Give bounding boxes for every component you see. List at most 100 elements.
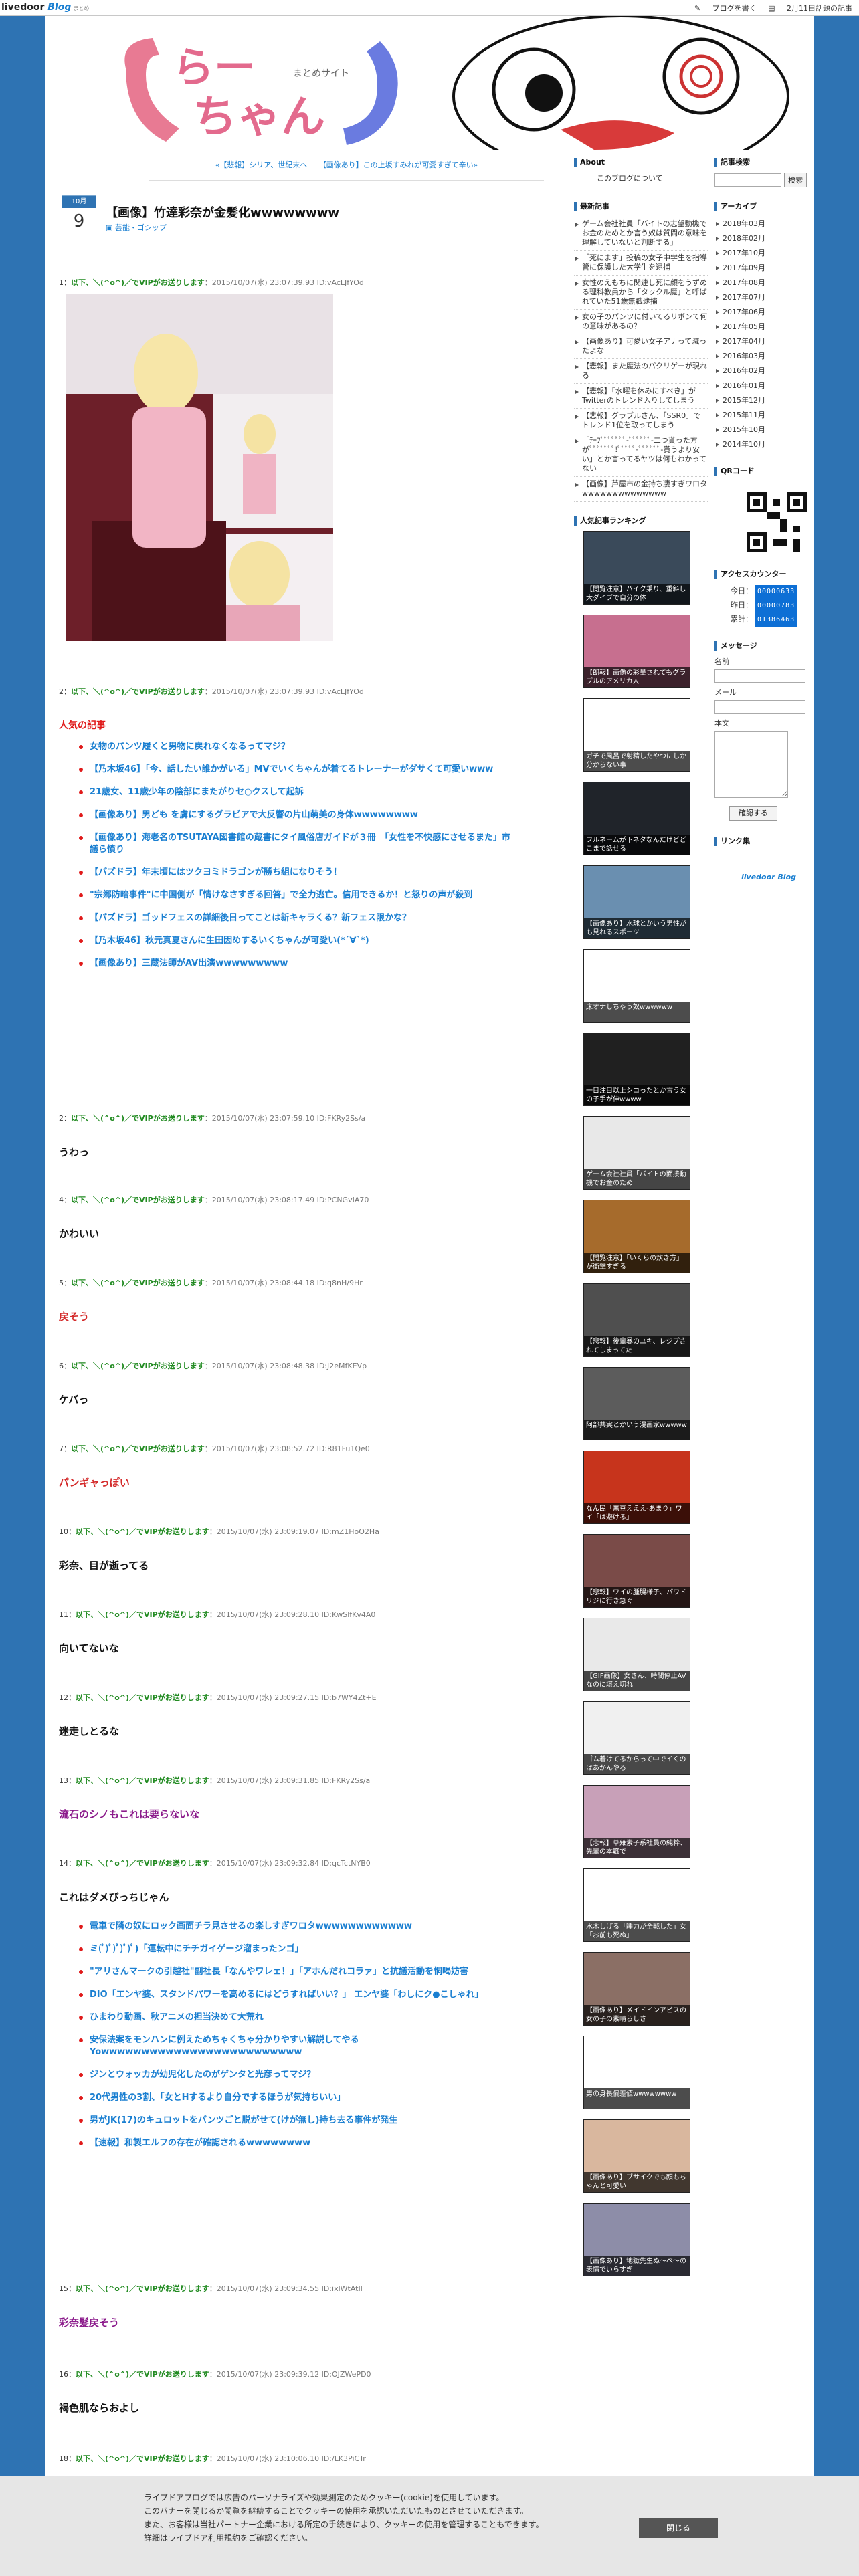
response-meta: ：2015/10/07(水) 23:08:44.18 ID:q8nH/9Hr <box>204 1279 363 1287</box>
ranking-thumbnail[interactable]: 床オナしちゃう奴wwwwww <box>583 949 690 1023</box>
livedoor-logo[interactable]: livedoor Blog まとめ <box>1 2 89 13</box>
counter-row: 昨日： 00000783 <box>731 599 808 613</box>
footer-livedoor-logo[interactable]: livedoor Blog <box>741 873 808 881</box>
ranking-caption: 一目注目以上シコったとか言う女の子手が伸wwww <box>584 1085 690 1105</box>
ranking-thumbnail[interactable]: 【画像あり】ブサイクでも顔もちゃんと可愛い <box>583 2119 690 2193</box>
name-field[interactable] <box>714 669 805 683</box>
related-article-link[interactable]: 電車で隣の奴にロック画面チラ見させるの楽しすぎワロタwwwwwwwwwwww <box>59 1921 514 1933</box>
cookie-close-button[interactable]: 閉じる <box>639 2518 718 2538</box>
popular-article-link[interactable]: 【画像あり】海老名のTSUTAYA図書館の蔵書にタイ風俗店ガイドが３冊 「女性を… <box>59 832 514 856</box>
archive-month-link[interactable]: 2015年12月 <box>714 393 808 408</box>
ranking-thumbnail[interactable]: ガチで風呂で射精したやつにしか分からない事 <box>583 698 690 772</box>
ranking-thumbnail[interactable]: 【閲覧注意】「いくらの炊き方」が衝撃すぎる <box>583 1200 690 1273</box>
popular-article-link[interactable]: "宗郷防暗事件"に中国側が「情けなさすぎる回答」で全力逃亡。信用できるか！と怒り… <box>59 889 514 901</box>
response-author: 以下、＼(^o^)／でVIPがお送りします <box>76 2454 209 2463</box>
prev-article-link[interactable]: «【悲報】シリア、世紀末へ <box>215 160 308 169</box>
archive-month-link[interactable]: 2017年08月 <box>714 276 808 290</box>
archive-month-link[interactable]: 2015年10月 <box>714 423 808 437</box>
message-body-field[interactable] <box>714 731 788 798</box>
article-category[interactable]: ▣ 芸能・ゴシップ <box>106 222 167 233</box>
search-button[interactable]: 検索 <box>784 173 807 187</box>
confirm-button[interactable]: 確認する <box>729 806 777 821</box>
related-article-link[interactable]: "アリさんマークの引越社"副社長「なんやワレェ！」「アホんだれコラァ」と抗議活動… <box>59 1966 514 1978</box>
ranking-heading: 人気記事ランキング <box>574 516 708 526</box>
popular-article-link[interactable]: 【パズドラ】ゴッドフェスの詳細後日ってことは新キャラくる？新フェス限かな？ <box>59 912 514 924</box>
write-blog-link[interactable]: ✎ ブログを書く <box>694 4 757 13</box>
recent-article-link[interactable]: 「ﾃｰﾌﾟﾟﾟﾟﾟﾟﾟ-ﾟﾟﾟﾟﾟﾟ-二つ貰った方がﾟﾟﾟﾟﾟﾟﾟ!ﾟﾟﾟﾟﾟ-… <box>574 433 708 477</box>
ranking-thumbnail[interactable]: 【GIF画像】女さん、時間停止AVなのに堪え切れ <box>583 1618 690 1691</box>
response-post: 2：以下、＼(^o^)／でVIPがお送りします：2015/10/07(水) 23… <box>59 686 554 718</box>
response-author: 以下、＼(^o^)／でVIPがお送りします <box>71 1196 205 1204</box>
popular-article-link[interactable]: 【乃木坂46】秋元真夏さんに生田因めするいくちゃんが可愛い(*´∀`*) <box>59 935 514 947</box>
recent-article-link[interactable]: ゲーム会社社員「バイトの志望動機でお金のためとか言う奴は質問の意味を理解していな… <box>574 217 708 251</box>
recent-article-link[interactable]: 【画像】芦屋市の金持ち凄すぎワロタwwwwwwwwwwwwww <box>574 477 708 502</box>
archive-month-link[interactable]: 2016年01月 <box>714 379 808 393</box>
article-title[interactable]: 【画像】竹達彩奈が金髪化wwwwwwww <box>106 203 339 221</box>
related-article-link[interactable]: ミ(ﾟ)ﾟ)ﾟ)ﾟ)ﾟ)「運転中にチチガイゲージ溜まったンゴ」 <box>59 1943 514 1955</box>
ranking-thumbnail[interactable]: フルネームが下ネタなんだけどどこまで話せる <box>583 782 690 855</box>
response-meta: ：2015/10/07(水) 23:10:06.10 ID:/LK3PiCTr <box>209 2454 366 2463</box>
related-article-link[interactable]: ジンとウォッカが幼児化したのがゲンタと光彦ってマジ？ <box>59 2069 514 2081</box>
popular-article-link[interactable]: 【パズドラ】年末頃にはツクヨミドラゴンが勝ち組になりそう！ <box>59 867 514 879</box>
ranking-thumbnail[interactable]: ゲーム会社社員「バイトの面接動機でお金のため <box>583 1116 690 1190</box>
ranking-thumbnail[interactable]: ゴム着けてるからって中でイくのはあかんやろ <box>583 1701 690 1775</box>
ranking-thumbnail[interactable]: なん民「黒豆えええ-あまり」ワイ「は避ける」 <box>583 1451 690 1524</box>
archive-month-link[interactable]: 2017年05月 <box>714 320 808 334</box>
recent-article-link[interactable]: 「死にます」投稿の女子中学生を指導管に保護した大学生を逮捕 <box>574 251 708 276</box>
ranking-thumbnail[interactable]: 【閲覧注意】バイク乗り、重斜し大ダイブで自分の体 <box>583 531 690 605</box>
blog-logo[interactable]: らー ちゃん まとめサイト <box>92 28 420 148</box>
related-article-link[interactable]: DIO「エンヤ婆、スタンドパワーを高めるにはどうすればいい？」 エンヤ婆「わしに… <box>59 1989 514 2001</box>
about-link[interactable]: このブログについて <box>574 173 708 183</box>
about-heading: About <box>574 158 708 167</box>
archive-month-link[interactable]: 2017年10月 <box>714 246 808 261</box>
archive-month-link[interactable]: 2018年03月 <box>714 217 808 231</box>
recent-article-link[interactable]: 【悲報】「水曜を休みにすべき」がTwitterのトレンド入りしてしまう <box>574 384 708 409</box>
email-field[interactable] <box>714 700 805 714</box>
ranking-thumbnail[interactable]: 【朗報】画像の彩量されてもグラブルのアメリカ人 <box>583 615 690 688</box>
cookie-terms-link[interactable]: 詳細はライブドア利用規約をご確認ください。 <box>144 2531 612 2545</box>
article-photo[interactable] <box>66 294 333 641</box>
archive-month-link[interactable]: 2014年10月 <box>714 437 808 452</box>
ranking-caption: 【閲覧注意】バイク乗り、重斜し大ダイブで自分の体 <box>584 584 690 604</box>
recent-article-link[interactable]: 【悲報】グラブルさん、「SSR0」でトレンド1位を取ってしまう <box>574 409 708 433</box>
recent-article-link[interactable]: 女性のえもちに関連し死に顔をうずめる理科教員から「タックル魔」と呼ばれていた51… <box>574 276 708 310</box>
archive-month-link[interactable]: 2017年04月 <box>714 334 808 349</box>
archive-month-link[interactable]: 2017年07月 <box>714 290 808 305</box>
recent-article-link[interactable]: 女の子のパンツに付いてるリボンて何の意味があるの？ <box>574 310 708 334</box>
popular-article-link[interactable]: 女物のパンツ履くと男物に戻れなくなるってマジ？ <box>59 741 514 753</box>
ranking-thumbnail[interactable]: 水木しげる「睡力が全戦した」女「お前も死ぬ」 <box>583 1868 690 1942</box>
archive-month-link[interactable]: 2016年02月 <box>714 364 808 379</box>
ranking-thumbnail[interactable]: 【画像あり】地獄先生ぬ～べ～の表情でいらすぎ <box>583 2203 690 2276</box>
ranking-thumbnail[interactable]: 【画像あり】メイドインアビスの女の子の素晴らしさ <box>583 1952 690 2026</box>
popular-article-link[interactable]: 【画像あり】男ども を虜にするグラビアで大反響の片山萌美の身体wwwwwwww <box>59 809 514 821</box>
ranking-thumbnail[interactable]: 一目注目以上シコったとか言う女の子手が伸wwww <box>583 1033 690 1106</box>
cookie-banner: ライブドアブログでは広告のパーソナライズや効果測定のためクッキー(cookie)… <box>0 2476 859 2576</box>
archive-month-link[interactable]: 2017年06月 <box>714 305 808 320</box>
ranking-thumbnail[interactable]: 【画像あり】水球とかいう男性がも見れるスポーツ <box>583 865 690 939</box>
response-body: パンギャっぽい <box>59 1477 130 1489</box>
recent-article-link[interactable]: 【画像あり】可愛い女子アナって減ったよな <box>574 334 708 359</box>
related-article-link[interactable]: 【速報】和製エルフの存在が確認されるwwwwwwww <box>59 2137 514 2149</box>
popular-article-link[interactable]: 【乃木坂46】「今、話したい誰かがいる」MVでいくちゃんが着てるトレーナーがダサ… <box>59 764 514 776</box>
related-article-link[interactable]: 安保法案をモンハンに例えためちゃくちゃ分かりやすい解説してやるYowwwwwww… <box>59 2034 514 2058</box>
archive-month-link[interactable]: 2016年03月 <box>714 349 808 364</box>
blog-header[interactable]: らー ちゃん まとめサイト <box>45 16 814 150</box>
popular-article-link[interactable]: 21歳女、11歳少年の陰部にまたがりセ○クスして起訴 <box>59 786 514 798</box>
related-article-link[interactable]: 男がJK(17)のキュロットをパンツごと脱がせて(けが無し)持ち去る事件が発生 <box>59 2115 514 2127</box>
archive-month-link[interactable]: 2018年02月 <box>714 231 808 246</box>
search-input[interactable] <box>714 173 781 187</box>
trending-date-link[interactable]: ▤ 2月11日話題の記事 <box>768 4 852 13</box>
ranking-thumbnail[interactable]: 【悲報】草薙素子系社員の純粋、先輩の本職で <box>583 1785 690 1858</box>
recent-article-link[interactable]: 【悲報】また魔法のパクリゲーが現れる <box>574 359 708 384</box>
ranking-thumbnail[interactable]: 【悲報】ワイの腫腸様子、パワドリジに行き急ぐ <box>583 1534 690 1608</box>
archive-month-link[interactable]: 2017年09月 <box>714 261 808 276</box>
next-article-link[interactable]: 【画像あり】この上坂すみれが可愛すぎて辛い» <box>319 160 478 169</box>
popular-article-link[interactable]: 【画像あり】三蔵法師がAV出演wwwwwwwww <box>59 958 514 970</box>
ranking-thumbnail[interactable]: 【悲報】後輩暴のユキ、レジプされてしまってた <box>583 1283 690 1357</box>
ranking-thumbnail[interactable]: 男の身長偏差値wwwwwwww <box>583 2036 690 2109</box>
ranking-thumbnail[interactable]: 阿部共実とかいう漫画家wwwww <box>583 1367 690 1440</box>
related-article-link[interactable]: 20代男性の3割、「女とHするより自分でするほうが気持ちいい」 <box>59 2092 514 2104</box>
related-article-link[interactable]: ひまわり動画、秋アニメの担当決めて大荒れ <box>59 2012 514 2024</box>
counter-value: 00000783 <box>755 599 797 613</box>
archive-month-link[interactable]: 2015年11月 <box>714 408 808 423</box>
